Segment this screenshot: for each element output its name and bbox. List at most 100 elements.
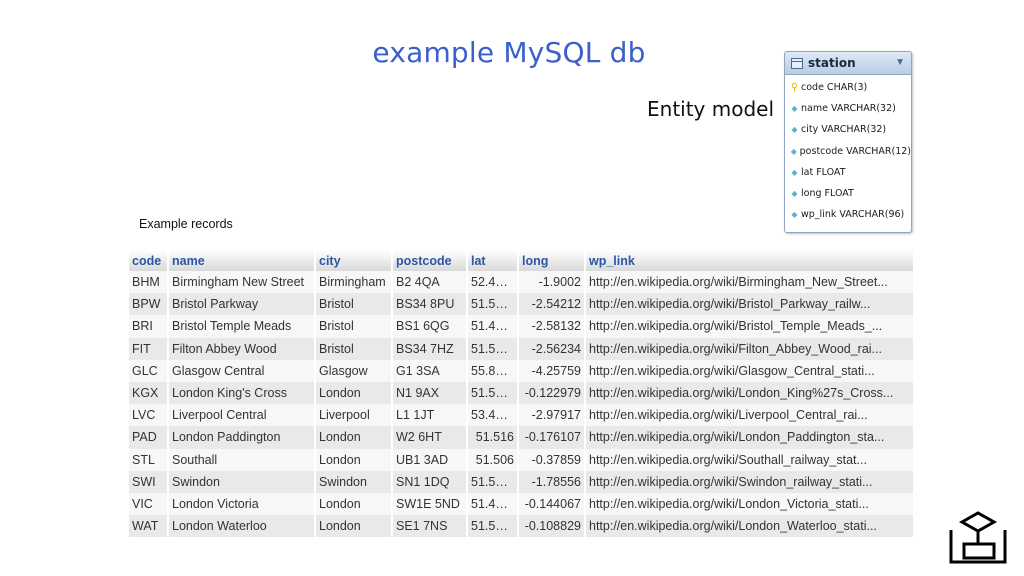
cell-city: London: [315, 448, 393, 471]
cell-name: Bristol Parkway: [168, 293, 316, 316]
cell-lat: 51.4961: [467, 492, 519, 516]
cell-name: London Victoria: [168, 492, 316, 516]
table-row[interactable]: WAT London Waterloo London SE1 7NS 51.5041 -0…: [129, 515, 915, 538]
cell-wp-link: http://en.wikipedia.org/wiki/Swindon_rai…: [585, 470, 915, 493]
cell-wp-link: http://en.wikipedia.org/wiki/London_Wate…: [585, 515, 915, 538]
diamond-icon: ◆: [791, 125, 798, 135]
entity-field: ◆ city VARCHAR(32): [785, 119, 911, 140]
cell-long: -2.54212: [518, 293, 586, 316]
cell-postcode: SW1E 5ND: [392, 492, 468, 516]
entity-field: ◆ lat FLOAT: [785, 162, 911, 183]
cell-city: Bristol: [315, 337, 393, 360]
cell-name: Filton Abbey Wood: [168, 337, 316, 360]
cell-code: GLC: [129, 359, 169, 382]
cell-code: BPW: [129, 293, 169, 316]
cell-code: FIT: [129, 337, 169, 360]
cell-wp-link: http://en.wikipedia.org/wiki/London_King…: [585, 381, 915, 405]
cell-postcode: B2 4QA: [392, 271, 468, 294]
column-header-code[interactable]: code: [129, 250, 169, 271]
entity-model-caption: Entity model: [647, 97, 775, 121]
column-header-city[interactable]: city: [315, 250, 393, 271]
entity-field-label: code CHAR(3): [801, 82, 868, 94]
cell-wp-link: http://en.wikipedia.org/wiki/Bristol_Tem…: [585, 315, 915, 338]
chevron-down-icon[interactable]: ▼: [895, 57, 905, 68]
table-body: BHM Birmingham New Street Birmingham B2 4QA…: [129, 271, 915, 538]
column-header-lat[interactable]: lat: [467, 250, 519, 271]
cell-lat: 52.4778: [467, 271, 519, 294]
cell-name: Liverpool Central: [168, 404, 316, 427]
cell-code: BRI: [129, 315, 169, 338]
cell-postcode: W2 6HT: [392, 426, 468, 449]
diamond-icon: ◆: [791, 189, 798, 199]
cell-long: -0.176107: [518, 426, 586, 449]
table-row[interactable]: STL Southall London UB1 3AD 51.506 -0.37859 ht…: [129, 448, 915, 471]
cell-name: Glasgow Central: [168, 359, 316, 382]
cell-city: London: [315, 381, 393, 405]
cell-wp-link: http://en.wikipedia.org/wiki/Liverpool_C…: [585, 404, 915, 427]
entity-field: ⚲ code CHAR(3): [785, 77, 911, 98]
table-row[interactable]: FIT Filton Abbey Wood Bristol BS34 7HZ 51.50…: [129, 337, 915, 360]
table-row[interactable]: SWI Swindon Swindon SN1 1DQ 51.5655 -1.78556 h…: [129, 470, 915, 493]
cell-postcode: L1 1JT: [392, 404, 468, 427]
cell-code: STL: [129, 448, 169, 471]
cell-lat: 55.8598: [467, 359, 519, 382]
cell-wp-link: http://en.wikipedia.org/wiki/London_Padd…: [585, 426, 915, 449]
table-row[interactable]: BRI Bristol Temple Meads Bristol BS1 6QG 51.…: [129, 315, 915, 338]
cell-postcode: G1 3SA: [392, 359, 468, 382]
cell-code: WAT: [129, 515, 169, 538]
cell-city: Glasgow: [315, 359, 393, 382]
cell-long: -0.122979: [518, 381, 586, 405]
column-header-name[interactable]: name: [168, 250, 316, 271]
table-row[interactable]: KGX London King's Cross London N1 9AX 51.531…: [129, 381, 915, 405]
cell-lat: 51.5319: [467, 381, 519, 405]
cell-long: -1.78556: [518, 470, 586, 493]
cell-city: Liverpool: [315, 404, 393, 427]
cell-wp-link: http://en.wikipedia.org/wiki/Filton_Abbe…: [585, 337, 915, 360]
cell-lat: 51.506: [467, 448, 519, 471]
diamond-icon: ◆: [791, 167, 798, 177]
cell-name: London Paddington: [168, 426, 316, 449]
cell-city: Birmingham: [315, 271, 393, 294]
cell-city: Bristol: [315, 293, 393, 316]
cell-code: SWI: [129, 470, 169, 493]
entity-field: ◆ long FLOAT: [785, 183, 911, 204]
cell-wp-link: http://en.wikipedia.org/wiki/Bristol_Par…: [585, 293, 915, 316]
cell-lat: 51.5655: [467, 470, 519, 493]
cell-name: Swindon: [168, 470, 316, 493]
cell-lat: 51.5139: [467, 293, 519, 316]
cell-postcode: BS34 7HZ: [392, 337, 468, 360]
table-row[interactable]: BPW Bristol Parkway Bristol BS34 8PU 51.5139…: [129, 293, 915, 316]
cell-code: PAD: [129, 426, 169, 449]
entity-field-label: long FLOAT: [801, 188, 854, 200]
table-row[interactable]: BHM Birmingham New Street Birmingham B2 4QA…: [129, 271, 915, 294]
column-header-long[interactable]: long: [518, 250, 586, 271]
entity-header: station ▼: [785, 52, 911, 75]
cell-long: -0.37859: [518, 448, 586, 471]
cell-postcode: SE1 7NS: [392, 515, 468, 538]
column-header-wp-link[interactable]: wp_link: [585, 250, 915, 271]
table-row[interactable]: GLC Glasgow Central Glasgow G1 3SA 55.8598 -4…: [129, 359, 915, 382]
cell-postcode: BS1 6QG: [392, 315, 468, 338]
table-row[interactable]: LVC Liverpool Central Liverpool L1 1JT 53.40…: [129, 404, 915, 427]
cell-name: Southall: [168, 448, 316, 471]
cell-code: VIC: [129, 492, 169, 516]
table-header-row: code name city postcode lat long wp_link: [129, 250, 915, 271]
diamond-icon: ◆: [790, 146, 797, 156]
cell-lat: 51.5049: [467, 337, 519, 360]
table-row[interactable]: VIC London Victoria London SW1E 5ND 51.4961-…: [129, 492, 915, 516]
cell-long: -1.9002: [518, 271, 586, 294]
cell-city: Bristol: [315, 315, 393, 338]
cell-city: London: [315, 515, 393, 538]
cell-long: -4.25759: [518, 359, 586, 382]
slide-navigation-icon[interactable]: [946, 510, 1010, 566]
cell-city: Swindon: [315, 470, 393, 493]
entity-model-diagram: station ▼ ⚲ code CHAR(3) ◆ name VARCHAR(32)…: [784, 51, 912, 233]
key-icon: ⚲: [790, 82, 799, 94]
table-row[interactable]: PAD London Paddington London W2 6HT 51.516 -0…: [129, 426, 915, 449]
cell-name: London King's Cross: [168, 381, 316, 405]
cell-code: BHM: [129, 271, 169, 294]
column-header-postcode[interactable]: postcode: [392, 250, 468, 271]
cell-name: Bristol Temple Meads: [168, 315, 316, 338]
cell-city: London: [315, 426, 393, 449]
cell-code: LVC: [129, 404, 169, 427]
